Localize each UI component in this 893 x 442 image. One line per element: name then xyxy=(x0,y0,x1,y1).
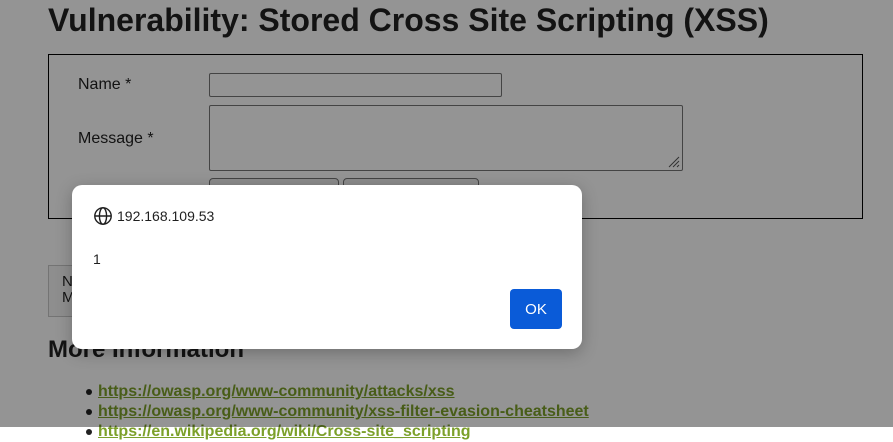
dialog-origin-text: 192.168.109.53 xyxy=(117,208,215,224)
globe-icon xyxy=(94,207,112,225)
alert-dialog: 192.168.109.53 1 OK xyxy=(72,185,582,349)
dialog-message: 1 xyxy=(93,251,101,267)
bullet-icon xyxy=(86,429,92,435)
ok-button[interactable]: OK xyxy=(510,289,562,329)
dialog-origin: 192.168.109.53 xyxy=(93,206,214,226)
